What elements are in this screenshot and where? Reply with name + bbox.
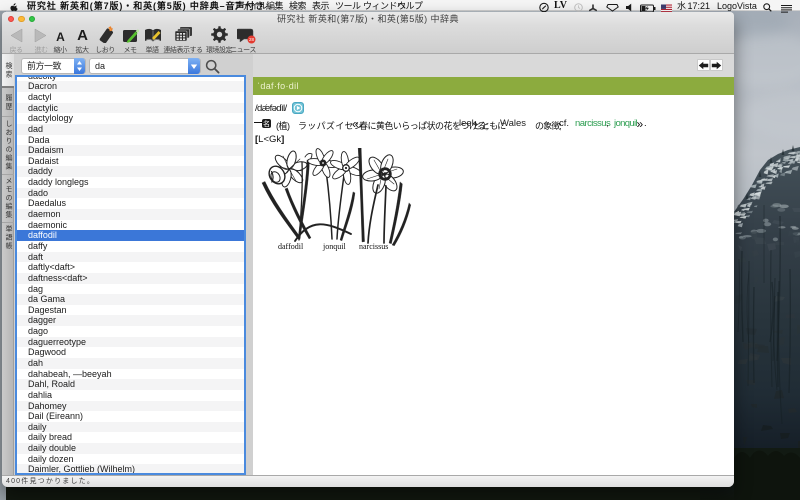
svg-text:narcissus: narcissus bbox=[359, 242, 388, 251]
svg-text:jonquil: jonquil bbox=[322, 242, 346, 251]
svg-text:28: 28 bbox=[249, 37, 255, 42]
svg-text:daffodil: daffodil bbox=[278, 242, 304, 251]
